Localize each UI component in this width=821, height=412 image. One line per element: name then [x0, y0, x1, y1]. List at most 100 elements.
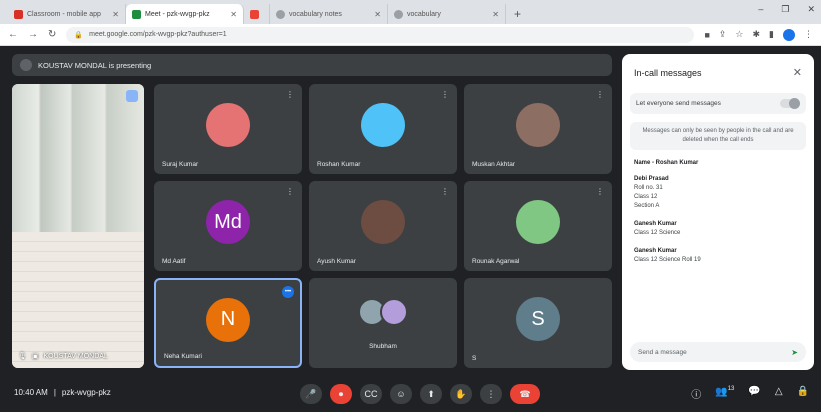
chat-notice: Messages can only be seen by people in t…: [630, 122, 806, 150]
message-sender: Ganesh Kumar: [634, 221, 677, 227]
reload-icon[interactable]: ↻: [48, 29, 56, 40]
chat-header: In-call messages ✕: [622, 54, 814, 85]
browser-tab-1[interactable]: Classroom - mobile app ✕: [8, 4, 126, 24]
chat-message: Ganesh Kumar Class 12 Science: [634, 221, 802, 238]
input-placeholder: Send a message: [638, 348, 687, 356]
presenter-text: KOUSTAV MONDAL is presenting: [38, 60, 152, 70]
browser-tab-3[interactable]: [244, 4, 270, 24]
pin-icon[interactable]: [126, 90, 138, 102]
back-icon[interactable]: ←: [8, 29, 18, 40]
extensions-icon[interactable]: ✱: [753, 29, 761, 40]
more-options-icon[interactable]: ⋮: [441, 90, 449, 99]
screen-icon: ▣: [31, 353, 39, 360]
tab-favicon-icon: [250, 9, 259, 19]
meeting-info: 10:40 AM | pzk-wvgp-pkz: [14, 388, 111, 397]
profile-avatar[interactable]: [783, 28, 795, 41]
close-tab-icon[interactable]: ✕: [112, 10, 119, 19]
menu-dots-icon[interactable]: ⋮: [804, 29, 813, 40]
maximize-button[interactable]: ❐: [781, 4, 789, 15]
globe-icon: [394, 9, 403, 19]
close-tab-icon[interactable]: ✕: [230, 10, 237, 19]
more-options-icon[interactable]: ⋮: [286, 187, 294, 196]
participant-name: Ayush Kumar: [317, 258, 356, 265]
avatar: [361, 200, 405, 245]
participant-name: Neha Kumari: [164, 353, 202, 360]
share-owner-name: KOUSTAV MONDAL: [43, 352, 108, 360]
people-count: 13: [727, 386, 735, 392]
more-options-icon[interactable]: ⋮: [596, 187, 604, 196]
chat-icon[interactable]: 💬: [748, 386, 760, 401]
message-permission-row: Let everyone send messages: [630, 93, 806, 114]
participant-tile-speaking[interactable]: N ••• Neha Kumari: [154, 278, 302, 368]
participant-tile[interactable]: ⋮ Rounak Agarwal: [464, 181, 612, 271]
captions-button[interactable]: CC: [360, 384, 382, 404]
camera-off-button[interactable]: ⏺: [330, 384, 352, 404]
tab-label: Classroom - mobile app: [27, 10, 101, 18]
chat-message-input[interactable]: Send a message ➤: [630, 342, 806, 362]
participant-tile[interactable]: ⋮ Muskan Akhtar: [464, 84, 612, 174]
tab-label: Meet - pzk-wvgp-pkz: [145, 10, 210, 18]
close-tab-icon[interactable]: ✕: [374, 10, 381, 19]
message-sender: Ganesh Kumar: [634, 248, 677, 254]
browser-tab-2[interactable]: Meet - pzk-wvgp-pkz ✕: [126, 4, 244, 24]
more-options-icon[interactable]: ⋮: [441, 187, 449, 196]
globe-icon: [276, 9, 285, 19]
host-controls-icon[interactable]: 🔒: [797, 386, 809, 401]
bottom-toolbar: 10:40 AM | pzk-wvgp-pkz 🎤 ⏺ CC ☺ ⬆ ✋ ⋮ ☎…: [0, 376, 821, 412]
participant-tile[interactable]: ⋮ Ayush Kumar: [309, 181, 457, 271]
avatar: [380, 298, 408, 327]
raise-hand-button[interactable]: ✋: [450, 384, 472, 404]
present-button[interactable]: ⬆: [420, 384, 442, 404]
tab-label: vocabulary notes: [289, 10, 342, 18]
more-options-icon[interactable]: ⋮: [596, 90, 604, 99]
url-field[interactable]: 🔒 meet.google.com/pzk-wvgp-pkz?authuser=…: [66, 26, 695, 43]
new-tab-button[interactable]: +: [506, 4, 529, 24]
close-tab-icon[interactable]: ✕: [492, 10, 499, 19]
avatar: [516, 103, 560, 148]
share-icon[interactable]: ⇪: [719, 29, 727, 40]
allow-messages-toggle[interactable]: [780, 98, 800, 109]
participant-tile[interactable]: S S: [464, 278, 612, 368]
presenter-avatar: [20, 59, 32, 71]
participant-tile[interactable]: Md ⋮ Md Aatif: [154, 181, 302, 271]
mic-button[interactable]: 🎤: [300, 384, 322, 404]
browser-tab-5[interactable]: vocabulary ✕: [388, 4, 506, 24]
end-call-button[interactable]: ☎: [510, 384, 540, 404]
chat-message: Name - Roshan Kumar: [634, 160, 802, 166]
camera-indicator-icon[interactable]: ■: [704, 30, 709, 40]
participant-group-tile[interactable]: Shubham: [309, 278, 457, 368]
meet-stage: KOUSTAV MONDAL is presenting 🎙 ▣ KOUSTAV…: [0, 46, 821, 412]
chat-message: Debi Prasad Roll no. 31 Class 12 Section…: [634, 176, 802, 211]
message-text: Class 12 Science Roll 19: [634, 257, 701, 263]
emoji-button[interactable]: ☺: [390, 384, 412, 404]
more-options-icon[interactable]: ⋮: [286, 90, 294, 99]
avatar: [206, 103, 250, 148]
avatar-group: [358, 298, 408, 327]
browser-tab-bar: Classroom - mobile app ✕ Meet - pzk-wvgp…: [0, 0, 821, 24]
sidebar-icon[interactable]: ▮: [769, 29, 774, 40]
screen-share-tile[interactable]: 🎙 ▣ KOUSTAV MONDAL: [12, 84, 144, 368]
participant-name: Roshan Kumar: [317, 161, 361, 168]
minimize-button[interactable]: –: [758, 4, 763, 15]
info-icon[interactable]: ⓘ: [691, 386, 701, 401]
toggle-label: Let everyone send messages: [636, 100, 721, 107]
participant-tile[interactable]: ⋮ Roshan Kumar: [309, 84, 457, 174]
participant-name: Suraj Kumar: [162, 161, 199, 168]
url-text: meet.google.com/pzk-wvgp-pkz?authuser=1: [89, 31, 227, 38]
activities-icon[interactable]: △: [775, 386, 783, 401]
close-icon[interactable]: ✕: [793, 66, 802, 79]
participant-name: S: [472, 355, 477, 362]
address-bar: ← → ↻ 🔒 meet.google.com/pzk-wvgp-pkz?aut…: [0, 24, 821, 46]
tab-favicon-icon: [14, 9, 23, 19]
close-window-button[interactable]: ✕: [807, 4, 815, 15]
forward-icon[interactable]: →: [28, 29, 38, 40]
browser-tab-4[interactable]: vocabulary notes ✕: [270, 4, 388, 24]
more-options-button[interactable]: ⋮: [480, 384, 502, 404]
participant-tile[interactable]: ⋮ Suraj Kumar: [154, 84, 302, 174]
send-icon[interactable]: ➤: [791, 348, 798, 357]
audio-level-icon: •••: [282, 286, 294, 298]
people-icon[interactable]: 👥13: [715, 386, 734, 401]
bookmark-star-icon[interactable]: ☆: [735, 29, 743, 40]
shared-image-top: [12, 84, 144, 232]
message-text: Class 12: [634, 194, 658, 200]
